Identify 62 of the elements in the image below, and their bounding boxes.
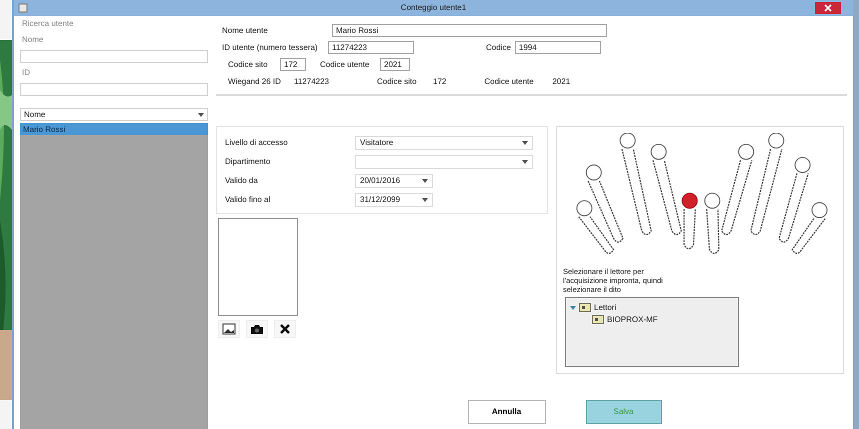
caret-icon — [522, 140, 528, 144]
code-field[interactable]: 1994 — [514, 41, 601, 54]
field-label: Codice sito — [377, 76, 418, 88]
field-label: Nome utente — [222, 24, 269, 36]
field-label: Nome — [21, 34, 44, 46]
search-title: Ricerca utente — [21, 18, 75, 30]
tree-item[interactable]: BIOPROX-MF — [607, 314, 658, 326]
close-icon — [279, 323, 291, 335]
user-code-field[interactable]: 2021 — [380, 58, 410, 71]
finger-button[interactable] — [650, 144, 667, 160]
field-label: Codice utente — [484, 76, 535, 88]
finger-button[interactable] — [682, 192, 698, 209]
field-label: Livello di accesso — [225, 136, 289, 148]
username-field[interactable]: Mario Rossi — [332, 24, 607, 37]
finger-button[interactable] — [738, 144, 754, 160]
dropdown-field[interactable] — [355, 154, 533, 168]
image-button[interactable] — [218, 320, 240, 338]
field-value: 2021 — [552, 76, 570, 88]
image-icon — [222, 323, 236, 335]
camera-button[interactable] — [246, 320, 268, 338]
finger-button[interactable] — [704, 192, 720, 209]
field-value: 11274223 — [294, 76, 329, 88]
field-label: Dipartimento — [225, 156, 272, 168]
finger-button[interactable] — [794, 156, 811, 173]
date-field[interactable]: 20/01/2016 — [355, 174, 433, 188]
field-label: Codice utente — [320, 58, 370, 70]
name-field[interactable] — [20, 50, 208, 63]
sort-dropdown[interactable]: Nome — [20, 108, 208, 121]
field-label: Valido fino al — [225, 194, 272, 206]
field-label: Wiegand 26 ID — [228, 76, 282, 88]
finger-button[interactable] — [586, 164, 602, 180]
caret-icon — [422, 198, 428, 202]
field-label: Codice sito — [228, 58, 269, 70]
delete-button[interactable] — [274, 320, 296, 338]
dropdown-field[interactable]: Visitatore — [355, 136, 533, 150]
device-icon — [592, 315, 604, 324]
field-value: 172 — [433, 76, 446, 88]
finger-button[interactable] — [768, 133, 784, 149]
field-label: Codice — [486, 42, 511, 54]
device-icon — [579, 303, 591, 312]
caret-icon — [522, 160, 528, 164]
date-field[interactable]: 31/12/2099 — [355, 192, 433, 206]
camera-icon — [250, 324, 264, 334]
caret-icon — [198, 112, 204, 116]
cancel-button[interactable]: Annulla — [468, 400, 546, 424]
finger-button[interactable] — [576, 200, 592, 216]
field-label: Valido da — [225, 174, 259, 186]
id-field[interactable] — [20, 83, 208, 96]
caret-icon — [422, 178, 428, 182]
tree-item[interactable]: Lettori — [594, 302, 616, 314]
close-icon — [824, 4, 832, 12]
field-label: ID — [21, 67, 31, 79]
site-code-field[interactable]: 172 — [280, 58, 306, 71]
user-list-item[interactable]: Mario Rossi — [20, 123, 208, 135]
close-button[interactable] — [815, 2, 841, 14]
finger-button[interactable] — [620, 133, 636, 149]
app-icon — [18, 3, 28, 13]
expand-icon[interactable] — [570, 304, 576, 311]
window-title: Conteggio utente1 — [400, 2, 466, 14]
field-label: ID utente (numero tessera) — [222, 42, 319, 54]
finger-button[interactable] — [812, 202, 828, 218]
card-number-field[interactable]: 11274223 — [328, 41, 414, 54]
